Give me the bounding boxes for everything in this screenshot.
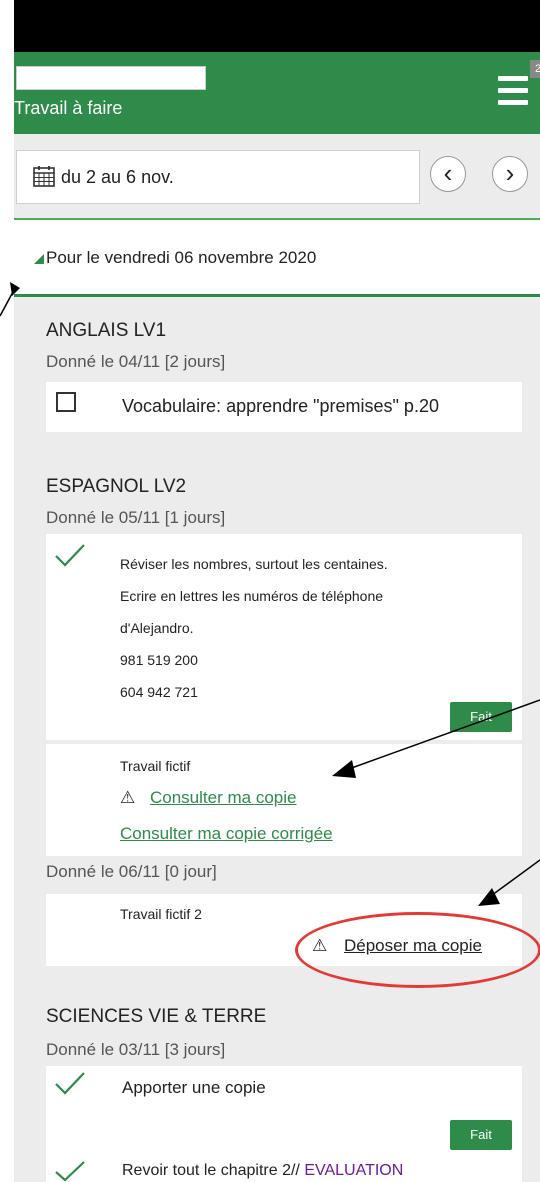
hamburger-menu-icon[interactable] — [498, 76, 528, 110]
checkbox[interactable] — [56, 392, 76, 412]
fait-button[interactable]: Fait — [450, 702, 512, 732]
date-range-selector[interactable]: du 2 au 6 nov. — [16, 150, 420, 204]
given-date: Donné le 04/11 [2 jours] — [46, 352, 226, 371]
calendar-icon — [33, 165, 55, 187]
divider — [14, 294, 540, 297]
collapse-triangle-icon[interactable] — [34, 254, 44, 264]
subject-title: ANGLAIS LV1 — [46, 320, 167, 341]
done-check-icon[interactable] — [54, 1070, 86, 1096]
given-date: Donné le 06/11 [0 jour] — [46, 862, 217, 881]
given-date: Donné le 05/11 [1 jours] — [46, 508, 226, 527]
deposit-copy-link[interactable]: Déposer ma copie — [344, 936, 482, 956]
next-week-button[interactable]: › — [492, 156, 528, 192]
task-text: Revoir tout le chapitre 2// EVALUATION — [122, 1162, 404, 1179]
done-check-icon[interactable] — [54, 1160, 86, 1182]
day-label: Pour le vendredi 06 novembre 2020 — [46, 248, 317, 267]
warning-icon: ⚠ — [312, 936, 328, 955]
consult-corrected-copy-link[interactable]: Consulter ma copie corrigée — [120, 824, 333, 844]
fictif-title: Travail fictif 2 — [120, 906, 202, 922]
fictif-title: Travail fictif — [120, 758, 191, 774]
day-section-header[interactable]: Pour le vendredi 06 novembre 2020 — [14, 220, 540, 294]
fait-button[interactable]: Fait — [450, 1120, 512, 1150]
annotation-arrow-line — [0, 289, 15, 317]
previous-week-button[interactable]: ‹ — [430, 156, 466, 192]
homework-card: Vocabulaire: apprendre "premises" p.20 — [46, 382, 522, 432]
fictif-card: Travail fictif ⚠ Consulter ma copie Cons… — [46, 744, 522, 856]
fictif-card: Travail fictif 2 ⚠ Déposer ma copie — [46, 894, 522, 966]
app-header: Travail à faire 2 — [14, 52, 540, 134]
subject-title: SCIENCES VIE & TERRE — [46, 1006, 267, 1027]
homework-card: Réviser les nombres, surtout les centain… — [46, 534, 522, 740]
task-text: Réviser les nombres, surtout les centain… — [120, 556, 388, 700]
done-check-icon[interactable] — [54, 542, 86, 568]
consult-copy-link[interactable]: Consulter ma copie — [150, 788, 296, 808]
homework-card: Apporter une copie Fait Revoir tout le c… — [46, 1066, 522, 1182]
page-title: Travail à faire — [14, 98, 123, 118]
status-bar — [14, 0, 540, 52]
given-date: Donné le 03/11 [3 jours] — [46, 1040, 226, 1059]
task-text: Apporter une copie — [122, 1078, 266, 1097]
subject-title: ESPAGNOL LV2 — [46, 476, 187, 497]
task-text: Vocabulaire: apprendre "premises" p.20 — [122, 396, 439, 416]
date-range-label: du 2 au 6 nov. — [61, 167, 174, 187]
notification-badge: 2 — [530, 60, 540, 78]
redacted-name-box — [16, 66, 206, 90]
warning-icon: ⚠ — [120, 788, 136, 807]
evaluation-tag: EVALUATION — [304, 1162, 404, 1179]
